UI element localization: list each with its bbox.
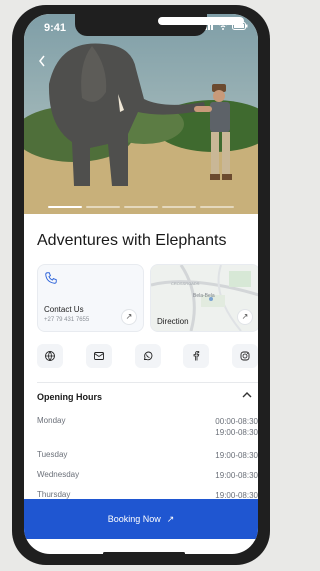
carousel-dot[interactable] bbox=[86, 206, 120, 208]
map-place-belabela: Bela-Bela bbox=[193, 293, 215, 299]
dynamic-island bbox=[158, 17, 244, 25]
hours-day: Thursday bbox=[37, 490, 71, 499]
direction-card[interactable]: CROSSROADS Bela-Bela Direction ↗ bbox=[150, 264, 258, 332]
hero-image: 9:41 bbox=[24, 14, 258, 214]
opening-hours-title: Opening Hours bbox=[37, 392, 102, 402]
carousel-dots bbox=[24, 206, 258, 210]
facebook-icon bbox=[193, 351, 200, 361]
chevron-up-icon[interactable] bbox=[242, 391, 252, 402]
app-screen: 9:41 Adventures with Elephants Contact U… bbox=[24, 14, 258, 554]
map-place-crossroads: CROSSROADS bbox=[171, 281, 200, 286]
hours-time: 00:00-08:30 19:00-08:30 bbox=[215, 417, 258, 437]
divider bbox=[37, 382, 258, 383]
phone-icon bbox=[45, 272, 57, 284]
hours-day: Monday bbox=[37, 416, 66, 425]
email-button[interactable] bbox=[85, 344, 112, 368]
instagram-icon bbox=[240, 351, 250, 361]
contact-phone: +27 79 431 7655 bbox=[44, 317, 90, 323]
chevron-left-icon bbox=[39, 55, 45, 67]
page-title: Adventures with Elephants bbox=[37, 232, 227, 249]
notch bbox=[75, 14, 244, 36]
arrow-up-right-icon: ↗ bbox=[121, 309, 137, 325]
home-indicator bbox=[103, 552, 185, 554]
status-time: 9:41 bbox=[44, 22, 67, 34]
arrow-up-right-icon: ↗ bbox=[166, 513, 175, 524]
elephant-photo bbox=[24, 14, 258, 214]
whatsapp-icon bbox=[143, 351, 152, 361]
facebook-button[interactable] bbox=[183, 344, 210, 368]
booking-label: Booking Now bbox=[107, 514, 161, 524]
carousel-dot[interactable] bbox=[124, 206, 158, 208]
contact-label: Contact Us bbox=[44, 305, 84, 314]
carousel-dot[interactable] bbox=[162, 206, 196, 208]
arrow-up-right-icon: ↗ bbox=[237, 309, 253, 325]
carousel-dot[interactable] bbox=[200, 206, 234, 208]
back-button[interactable] bbox=[38, 54, 46, 70]
carousel-dot-active[interactable] bbox=[48, 206, 82, 208]
hours-time: 19:00-08:30 bbox=[215, 451, 258, 460]
website-button[interactable] bbox=[37, 344, 63, 368]
instagram-button[interactable] bbox=[232, 344, 258, 368]
hours-time: 19:00-08:30 bbox=[215, 471, 258, 480]
booking-now-button[interactable]: Booking Now ↗ bbox=[24, 499, 258, 539]
social-links bbox=[37, 344, 258, 368]
globe-icon bbox=[45, 351, 55, 361]
whatsapp-button[interactable] bbox=[134, 344, 161, 368]
direction-label: Direction bbox=[157, 317, 189, 326]
hours-day: Tuesday bbox=[37, 450, 68, 459]
hours-day: Wednesday bbox=[37, 470, 80, 479]
mail-icon bbox=[93, 352, 104, 360]
contact-card[interactable]: Contact Us +27 79 431 7655 ↗ bbox=[37, 264, 144, 332]
